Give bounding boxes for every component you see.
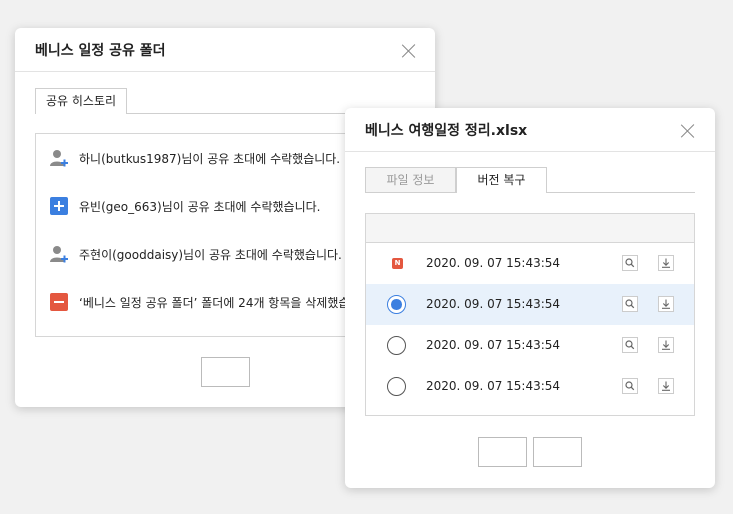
search-icon — [625, 258, 635, 268]
history-text: 주현이(gooddaisy)님이 공유 초대에 수락했습니다. — [79, 247, 342, 262]
list-item: ‘베니스 일정 공유 폴더’ 폴더에 24개 항목을 삭제했습니다. — [50, 290, 375, 314]
version-date: 2020. 09. 07 15:43:54 — [426, 338, 561, 352]
list-item: 유빈(geo_663)님이 공유 초대에 수락했습니다. — [50, 194, 320, 218]
search-icon — [625, 299, 635, 309]
dialog-title: 베니스 여행일정 정리.xlsx — [365, 123, 528, 139]
confirm-button[interactable] — [201, 357, 250, 387]
download-icon — [662, 258, 670, 268]
download-icon — [662, 299, 670, 309]
preview-button[interactable] — [622, 296, 638, 312]
table-row[interactable]: 2020. 09. 07 15:43:54 — [366, 325, 694, 366]
download-button[interactable] — [658, 296, 674, 312]
table-row[interactable]: 2020. 09. 07 15:43:54 — [366, 284, 694, 325]
version-date: 2020. 09. 07 15:43:54 — [426, 256, 561, 270]
cancel-button[interactable] — [533, 437, 582, 467]
history-text: 유빈(geo_663)님이 공유 초대에 수락했습니다. — [79, 199, 321, 214]
version-date: 2020. 09. 07 15:43:54 — [426, 379, 561, 393]
file-version-dialog: 베니스 여행일정 정리.xlsx 파일 정보 버전 복구 N 2020. 09.… — [345, 108, 715, 488]
user-add-icon — [50, 245, 68, 263]
version-radio[interactable] — [387, 295, 406, 314]
search-icon — [625, 340, 635, 350]
table-header — [366, 214, 694, 243]
list-item: 주현이(gooddaisy)님이 공유 초대에 수락했습니다. — [50, 242, 342, 266]
download-button[interactable] — [658, 337, 674, 353]
history-text: ‘베니스 일정 공유 폴더’ 폴더에 24개 항목을 삭제했습니다. — [79, 295, 376, 310]
version-date: 2020. 09. 07 15:43:54 — [426, 297, 561, 311]
version-radio[interactable] — [387, 336, 406, 355]
history-text: 하니(butkus1987)님이 공유 초대에 수락했습니다. — [79, 151, 341, 166]
tab-version-restore[interactable]: 버전 복구 — [456, 167, 547, 193]
restore-button[interactable] — [478, 437, 527, 467]
tab-bar: 공유 히스토리 — [35, 88, 127, 114]
search-icon — [625, 381, 635, 391]
version-table: N 2020. 09. 07 15:43:54 2020. 09. 07 15:… — [365, 213, 695, 416]
plus-square-icon — [50, 197, 68, 215]
close-icon[interactable] — [401, 43, 417, 59]
list-item: 하니(butkus1987)님이 공유 초대에 수락했습니다. — [50, 146, 340, 170]
dialog-title: 베니스 일정 공유 폴더 — [35, 43, 166, 59]
table-row[interactable]: 2020. 09. 07 15:43:54 — [366, 366, 694, 407]
tab-file-info[interactable]: 파일 정보 — [365, 167, 456, 193]
user-add-icon — [50, 149, 68, 167]
download-icon — [662, 340, 670, 350]
preview-button[interactable] — [622, 337, 638, 353]
version-radio[interactable] — [387, 377, 406, 396]
download-button[interactable] — [658, 255, 674, 271]
minus-square-icon — [50, 293, 68, 311]
preview-button[interactable] — [622, 378, 638, 394]
close-icon[interactable] — [680, 123, 696, 139]
new-badge: N — [392, 258, 403, 269]
table-row[interactable]: N 2020. 09. 07 15:43:54 — [366, 243, 694, 284]
preview-button[interactable] — [622, 255, 638, 271]
download-icon — [662, 381, 670, 391]
download-button[interactable] — [658, 378, 674, 394]
dialog-header: 베니스 여행일정 정리.xlsx — [345, 108, 715, 152]
dialog-header: 베니스 일정 공유 폴더 — [15, 28, 435, 72]
tab-bar: 파일 정보 버전 복구 — [365, 167, 547, 193]
tab-share-history[interactable]: 공유 히스토리 — [35, 88, 127, 114]
